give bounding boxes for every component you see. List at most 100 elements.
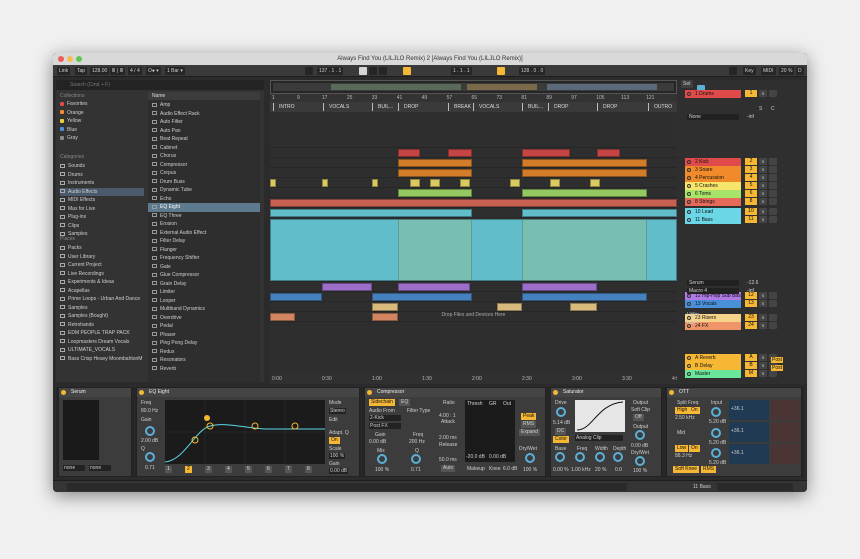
browser-item-filter-delay[interactable]: Filter Delay <box>148 237 260 246</box>
browser-item-gate[interactable]: Gate <box>148 263 260 272</box>
drive-value[interactable]: 5.14 dB <box>553 420 570 426</box>
serum-preset-b-select[interactable]: none <box>89 465 111 471</box>
track-solo-button[interactable]: S <box>759 300 767 307</box>
browser-item-cabinet[interactable]: Cabinet <box>148 144 260 153</box>
track-header-4-percussion[interactable]: 4 Percussion <box>685 174 741 182</box>
sat-output-knob[interactable] <box>635 430 645 440</box>
clip[interactable] <box>270 209 472 217</box>
track-arm-button[interactable] <box>769 198 777 205</box>
automation-arm-icon[interactable] <box>403 67 411 75</box>
track-solo-button[interactable]: S <box>759 216 767 223</box>
beat-time-ruler[interactable]: 1 9 17 25 33 41 49 57 65 73 81 89 97 105 113 121 <box>270 94 677 102</box>
soft-knee-toggle[interactable]: Soft Knee <box>673 466 699 473</box>
track-activator-button[interactable]: A <box>745 354 757 361</box>
track-header-b-delay[interactable]: B Delay <box>685 362 741 370</box>
clip[interactable] <box>570 303 597 311</box>
browser-item-resonators[interactable]: Resonators <box>148 356 260 365</box>
track-header-1-drums[interactable]: 1 Drums <box>685 90 741 98</box>
collection-yellow[interactable]: Yellow <box>60 117 144 125</box>
track-header-5-crashes[interactable]: 5 Crashes <box>685 182 741 190</box>
track-lane-11-bass[interactable] <box>270 218 677 282</box>
browser-search-input[interactable]: Search (Cmd + F) <box>56 80 264 90</box>
auto-release-toggle[interactable]: Auto <box>441 465 456 472</box>
track-header-2-kick[interactable]: 2 Kick <box>685 158 741 166</box>
eq-adaptq-toggle[interactable]: On <box>329 437 340 444</box>
browser-item-drum-buss[interactable]: Drum Buss <box>148 178 260 187</box>
peak-mode-button[interactable]: Peak <box>521 413 537 420</box>
track-solo-button[interactable]: S <box>759 158 767 165</box>
locator-drop[interactable]: DROP <box>597 103 648 111</box>
track-arm-button[interactable] <box>769 182 777 189</box>
track-activator-button[interactable]: 3 <box>745 166 757 173</box>
place-retrohands[interactable]: Retrohands <box>60 321 144 329</box>
eq-q-knob[interactable] <box>145 452 155 462</box>
browser-item-echo[interactable]: Echo <box>148 195 260 204</box>
saturator-power-icon[interactable] <box>553 390 558 395</box>
release-value[interactable]: 50.0 ms <box>439 457 457 463</box>
track-activator-button[interactable]: 13 <box>745 300 757 307</box>
browser-item-looper[interactable]: Looper <box>148 297 260 306</box>
bass-instrument-select[interactable]: Serum <box>687 280 739 286</box>
eq-power-icon[interactable] <box>139 390 144 395</box>
track-fold-icon[interactable] <box>687 200 691 204</box>
clip[interactable] <box>522 293 647 301</box>
loop-length-field[interactable]: 128 . 0 . 0 <box>519 67 546 75</box>
comp-drywet-knob[interactable] <box>525 453 535 463</box>
zoom-window-button[interactable] <box>76 56 82 62</box>
locator-buil[interactable]: BUIL... <box>522 103 548 111</box>
track-activator-button[interactable]: B <box>745 362 757 369</box>
eq-mode-select[interactable]: Stereo <box>329 408 346 414</box>
track-header-11-bass[interactable]: 11 Bass <box>685 216 741 224</box>
clip[interactable] <box>448 149 472 157</box>
track-solo-button[interactable]: S <box>759 314 767 321</box>
browser-item-audio-effect-rack[interactable]: Audio Effect Rack <box>148 110 260 119</box>
time-ruler[interactable]: 0:000:301:001:302:002:303:003:304:00 <box>270 374 682 384</box>
low-split-value[interactable]: 88.3 Hz <box>675 453 692 459</box>
input-mid-knob[interactable] <box>711 428 721 438</box>
track-arm-button[interactable] <box>769 208 777 215</box>
track-arm-button[interactable] <box>769 370 777 377</box>
browser-item-chorus[interactable]: Chorus <box>148 152 260 161</box>
track-lane-8-strings[interactable] <box>270 198 677 208</box>
metronome-button[interactable]: O● ▾ <box>146 67 161 75</box>
saturation-type-select[interactable]: Analog Clip <box>575 435 623 441</box>
browser-item-eq-three[interactable]: EQ Three <box>148 212 260 221</box>
track-activator-button[interactable]: 11 <box>745 216 757 223</box>
track-header-6-toms[interactable]: 6 Toms <box>685 190 741 198</box>
track-arm-button[interactable] <box>769 190 777 197</box>
browser-item-grain-delay[interactable]: Grain Delay <box>148 280 260 289</box>
clip[interactable] <box>410 179 420 187</box>
clip[interactable] <box>398 159 472 167</box>
track-solo-button[interactable]: S <box>759 292 767 299</box>
delay-post-button[interactable]: Post <box>771 365 784 371</box>
browser-item-limiter[interactable]: Limiter <box>148 288 260 297</box>
locator-drop[interactable]: DROP <box>548 103 597 111</box>
eq-band-4-toggle[interactable]: 4 <box>225 466 232 473</box>
serum-power-icon[interactable] <box>61 390 66 395</box>
clip[interactable] <box>497 303 522 311</box>
serum-preset-a-select[interactable]: none <box>63 465 85 471</box>
category-sounds[interactable]: Sounds <box>60 162 144 170</box>
track-fold-icon[interactable] <box>687 372 691 376</box>
browser-item-reverb[interactable]: Reverb <box>148 365 260 374</box>
clip[interactable] <box>398 169 472 177</box>
track-solo-button[interactable]: S <box>759 322 767 329</box>
eq-gain-value[interactable]: 2.00 dB <box>141 438 158 444</box>
eq-band-5-toggle[interactable]: 5 <box>245 466 252 473</box>
track-arm-button[interactable] <box>769 300 777 307</box>
category-max-for-live[interactable]: Max for Live <box>60 205 144 213</box>
track-fold-icon[interactable] <box>687 364 691 368</box>
track-solo-button[interactable]: S <box>759 182 767 189</box>
clip[interactable] <box>322 283 372 291</box>
output-value[interactable]: 0.00 dB <box>489 454 506 460</box>
eq-band-6-toggle[interactable]: 6 <box>265 466 272 473</box>
track-lane-23-risers[interactable] <box>270 302 677 312</box>
sidechain-freq-value[interactable]: 200 Hz <box>409 439 425 445</box>
track-lane-6-toms[interactable] <box>270 188 677 198</box>
eq-gain-knob[interactable] <box>145 426 155 436</box>
place-packs[interactable]: Packs <box>60 244 144 252</box>
base-knob[interactable] <box>555 452 565 462</box>
clip[interactable] <box>510 179 520 187</box>
clip[interactable] <box>522 159 647 167</box>
track-arm-button[interactable] <box>769 90 777 97</box>
